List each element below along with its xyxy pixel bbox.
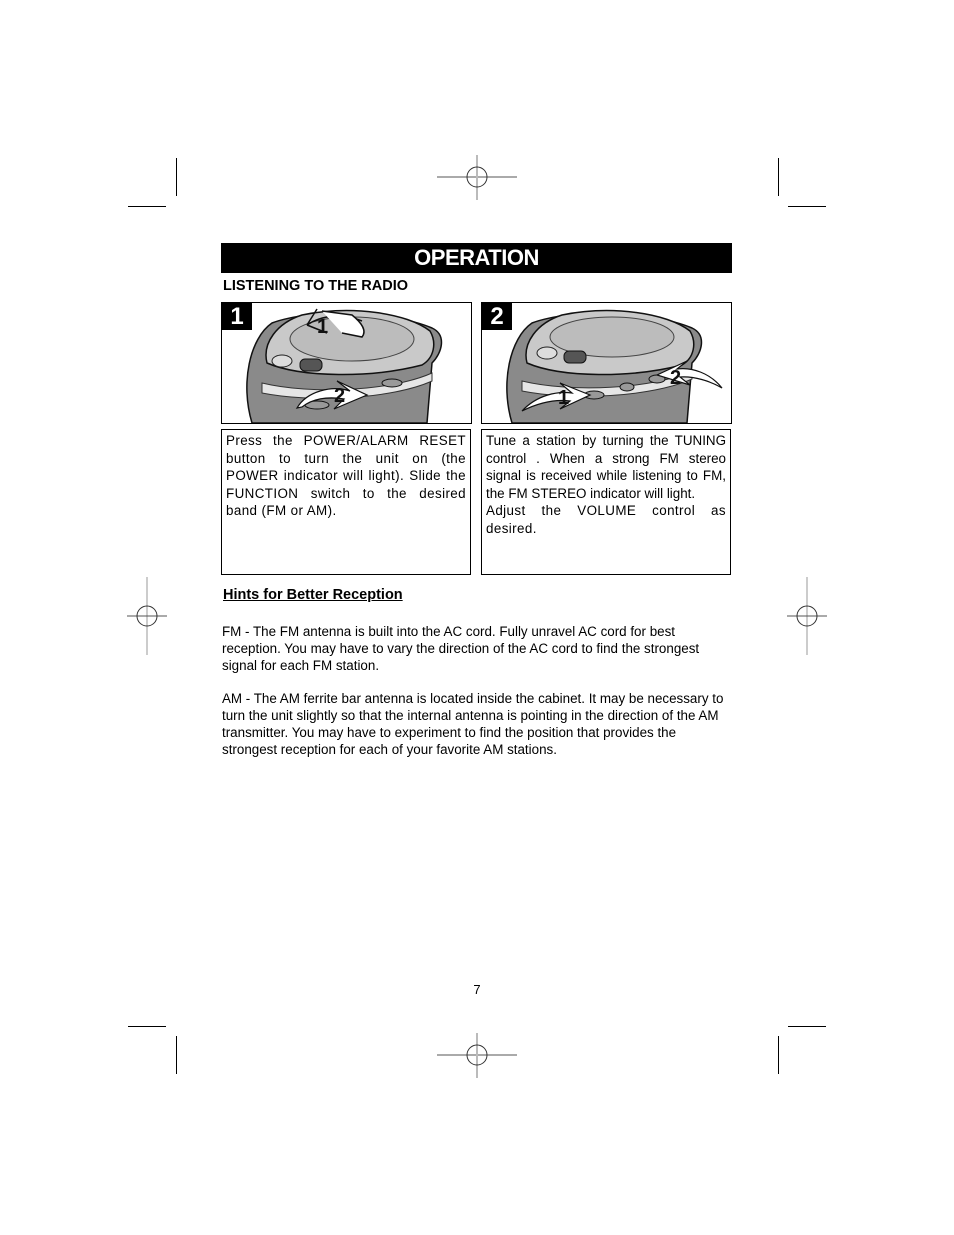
registration-mark-top-icon — [437, 155, 517, 200]
page-number: 7 — [473, 982, 481, 997]
step-2-text-tune: Tune a station by turning the TUNING con… — [486, 433, 726, 501]
callout-1: 1 — [317, 316, 328, 338]
callout-1: 1 — [558, 387, 569, 409]
am-hint-paragraph: AM - The AM ferrite bar antenna is locat… — [222, 691, 724, 757]
step-1-text: Press the POWER/ALARM RESET button to tu… — [226, 433, 466, 518]
crop-mark — [778, 158, 779, 196]
step-2-illustration: 1 2 2 — [481, 302, 732, 424]
step-2-text-volume: Adjust the VOLUME control as desired. — [486, 503, 726, 536]
fm-hint-paragraph: FM - The FM antenna is built into the AC… — [222, 624, 700, 673]
registration-mark-bottom-icon — [437, 1033, 517, 1078]
hints-heading: Hints for Better Reception — [223, 587, 403, 603]
registration-mark-left-icon — [127, 577, 167, 655]
crop-mark — [788, 206, 826, 207]
callout-2: 2 — [334, 385, 345, 407]
step-2-instructions: Tune a station by turning the TUNING con… — [481, 429, 731, 575]
page-title: OPERATION — [221, 243, 732, 273]
crop-mark — [788, 1026, 826, 1027]
section-heading: LISTENING TO THE RADIO — [223, 278, 409, 294]
radio-illustration-icon: 1 2 — [506, 309, 723, 423]
crop-mark — [778, 1036, 779, 1074]
radio-illustration-icon: 1 2 — [246, 308, 443, 423]
crop-mark — [128, 206, 166, 207]
callout-2: 2 — [670, 367, 681, 389]
step-1-illustration: 1 2 1 — [221, 302, 472, 424]
crop-mark — [128, 1026, 166, 1027]
crop-mark — [176, 158, 177, 196]
step-number-badge: 2 — [482, 303, 512, 330]
step-number-badge: 1 — [222, 303, 252, 330]
registration-mark-right-icon — [787, 577, 827, 655]
step-1-instructions: Press the POWER/ALARM RESET button to tu… — [221, 429, 471, 575]
crop-mark — [176, 1036, 177, 1074]
